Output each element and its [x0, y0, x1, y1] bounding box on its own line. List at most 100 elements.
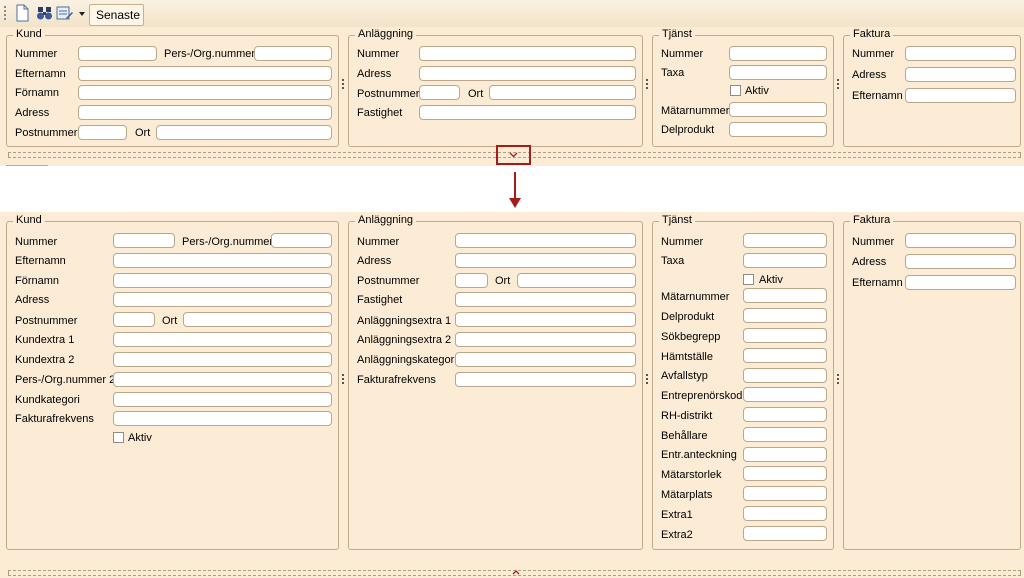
kund-ort-input[interactable] [156, 125, 332, 140]
recent-button[interactable]: Senaste [89, 4, 144, 26]
faktura-efternamn-input[interactable] [905, 275, 1016, 290]
kund-fakturafrekvens-input[interactable] [113, 411, 332, 426]
label-efternamn: Efternamn [852, 277, 903, 289]
anlaggning-extra1-input[interactable] [455, 312, 636, 327]
tjanst-extra1-input[interactable] [743, 506, 827, 521]
tjanst-delprodukt-input[interactable] [743, 308, 827, 323]
label-nummer: Nummer [661, 236, 704, 248]
label-efternamn: Efternamn [15, 68, 66, 80]
kund-efternamn-input[interactable] [78, 66, 332, 81]
tjanst-nummer-input[interactable] [729, 46, 827, 61]
tjanst-matarstorlek-input[interactable] [743, 466, 827, 481]
kund-adress-input[interactable] [113, 292, 332, 307]
kund-postnummer-input[interactable] [113, 312, 155, 327]
splitter-handle[interactable] [342, 374, 344, 386]
tjanst-delprodukt-input[interactable] [729, 122, 827, 137]
label-persorg2: Pers-/Org.nummer 2 [15, 374, 116, 386]
splitter-handle[interactable] [342, 79, 344, 91]
kund-fornamn-input[interactable] [78, 85, 332, 100]
label-taxa: Taxa [661, 67, 685, 79]
splitter-handle[interactable] [837, 79, 839, 91]
label-ort: Ort [495, 275, 511, 287]
anlaggning-adress-input[interactable] [419, 66, 636, 81]
kund-kundkategori-input[interactable] [113, 392, 332, 407]
label-fakturafrekvens: Fakturafrekvens [357, 374, 436, 386]
anlaggning-fastighet-input[interactable] [419, 105, 636, 120]
tjanst-matarnummer-input[interactable] [743, 288, 827, 303]
tjanst-matarnummer-input[interactable] [729, 102, 827, 117]
label-postnummer: Postnummer [357, 88, 420, 100]
kund-aktiv-checkbox[interactable] [113, 432, 124, 443]
anlaggning-fastighet-input[interactable] [455, 292, 636, 307]
faktura-nummer-input[interactable] [905, 46, 1016, 61]
label-anlaggningskategori: Anläggningskategori [357, 354, 457, 366]
expand-button-highlight[interactable] [496, 145, 531, 165]
anlaggning-nummer-input[interactable] [455, 233, 636, 248]
label-kundextra2: Kundextra 2 [15, 354, 75, 366]
label-matarstorlek: Mätarstorlek [661, 469, 722, 481]
tjanst-taxa-input[interactable] [743, 253, 827, 268]
anlaggning-ort-input[interactable] [517, 273, 636, 288]
label-fornamn: Förnamn [15, 87, 60, 99]
kund-adress-input[interactable] [78, 105, 332, 120]
kund-persorg-input[interactable] [254, 46, 332, 61]
label-nummer: Nummer [357, 48, 400, 60]
kund-nummer-input[interactable] [78, 46, 157, 61]
form-edit-icon[interactable] [56, 4, 74, 23]
kund-kundextra1-input[interactable] [113, 332, 332, 347]
splitter-handle[interactable] [837, 374, 839, 386]
kund-ort-input[interactable] [183, 312, 332, 327]
tjanst-taxa-input[interactable] [729, 65, 827, 80]
kund-persorg2-input[interactable] [113, 372, 332, 387]
tjanst-sokbegrepp-input[interactable] [743, 328, 827, 343]
tjanst-aktiv-checkbox[interactable] [730, 85, 741, 96]
anlaggning-fakturafrekvens-input[interactable] [455, 372, 636, 387]
label-adress: Adress [852, 69, 887, 81]
splitter-handle[interactable] [646, 79, 648, 91]
anlaggning-ort-input[interactable] [489, 85, 636, 100]
chevron-up-icon[interactable] [509, 568, 523, 576]
faktura-adress-input[interactable] [905, 254, 1016, 269]
anlaggning-postnummer-input[interactable] [455, 273, 488, 288]
tjanst-behallare-input[interactable] [743, 427, 827, 442]
kund-nummer-input[interactable] [113, 233, 175, 248]
kund-persorg-input[interactable] [271, 233, 332, 248]
faktura-efternamn-input[interactable] [905, 88, 1016, 103]
kund-postnummer-input[interactable] [78, 125, 127, 140]
splitter-handle[interactable] [646, 374, 648, 386]
group-title: Faktura [850, 214, 894, 226]
faktura-nummer-input[interactable] [905, 233, 1016, 248]
tjanst-rhdistrikt-input[interactable] [743, 407, 827, 422]
label-anlaggningsextra2: Anläggningsextra 2 [357, 334, 452, 346]
tjanst-nummer-input[interactable] [743, 233, 827, 248]
faktura-adress-input[interactable] [905, 67, 1016, 82]
kund-kundextra2-input[interactable] [113, 352, 332, 367]
label-behallare: Behållare [661, 430, 708, 442]
tjanst-hamtstalle-input[interactable] [743, 348, 827, 363]
group-title: Anläggning [355, 214, 417, 226]
tjanst-matarplats-input[interactable] [743, 486, 827, 501]
tjanst-extra2-input[interactable] [743, 526, 827, 541]
label-aktiv: Aktiv [745, 85, 769, 97]
tjanst-entranteckning-input[interactable] [743, 447, 827, 462]
anlaggning-adress-input[interactable] [455, 253, 636, 268]
kund-efternamn-input[interactable] [113, 253, 332, 268]
search-panel-collapsed: Kund Nummer Pers-/Org.nummer Efternamn F… [0, 27, 1024, 166]
binoculars-icon[interactable] [36, 4, 54, 23]
anlaggning-nummer-input[interactable] [419, 46, 636, 61]
label-efternamn: Efternamn [852, 90, 903, 102]
anlaggning-postnummer-input[interactable] [419, 85, 460, 100]
label-nummer: Nummer [661, 48, 704, 60]
kund-fornamn-input[interactable] [113, 273, 332, 288]
anlaggning-extra2-input[interactable] [455, 332, 636, 347]
label-efternamn: Efternamn [15, 255, 66, 267]
tjanst-entreprenorskod-input[interactable] [743, 387, 827, 402]
label-adress: Adress [852, 256, 887, 268]
chevron-down-icon[interactable] [77, 4, 87, 23]
new-document-icon[interactable] [14, 4, 32, 23]
panel-tab-stub [6, 165, 48, 166]
tjanst-aktiv-checkbox[interactable] [743, 274, 754, 285]
label-ort: Ort [468, 88, 484, 100]
anlaggning-kategori-input[interactable] [455, 352, 636, 367]
tjanst-avfallstyp-input[interactable] [743, 368, 827, 383]
